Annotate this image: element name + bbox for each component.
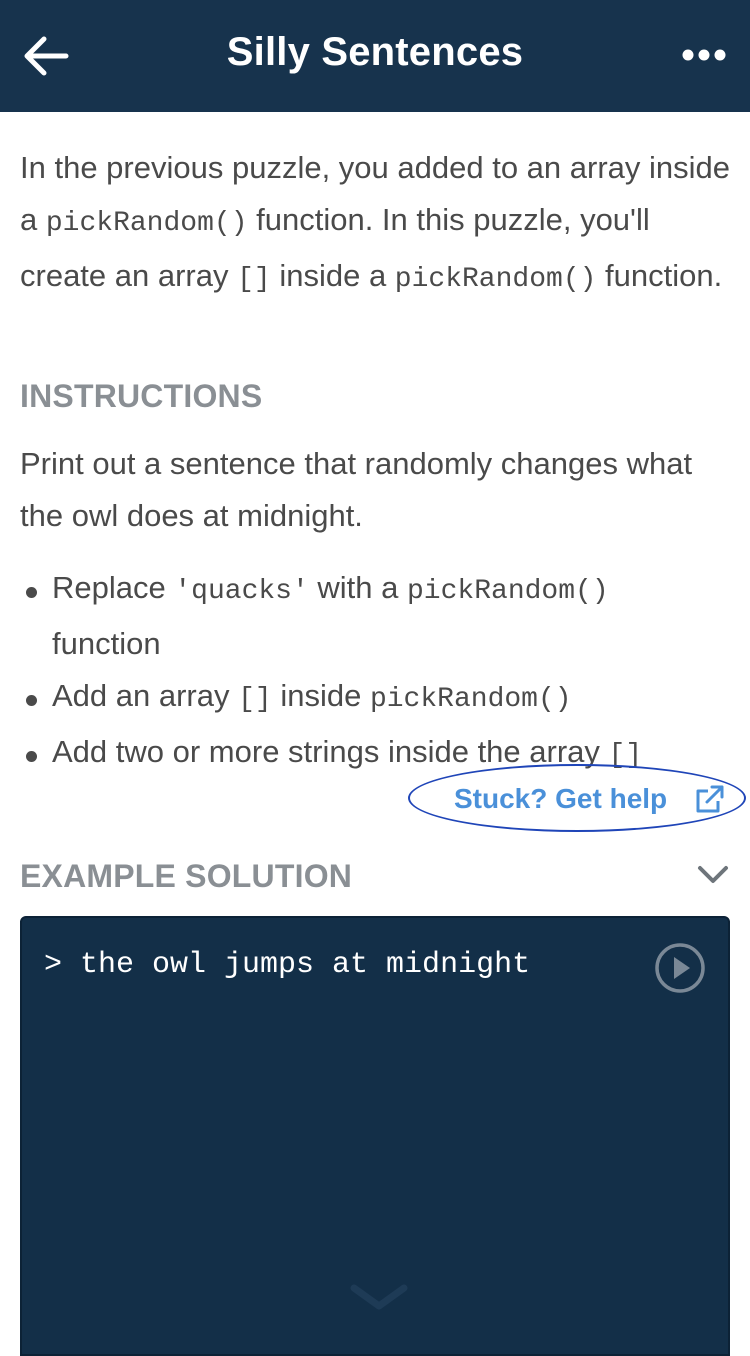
get-help-label: Stuck? Get help <box>454 783 668 814</box>
bullet-text: Replace <box>52 570 175 605</box>
code-pickrandom: pickRandom() <box>45 208 248 239</box>
external-link-icon <box>696 785 724 813</box>
bullet-text: Add two or more strings inside the array <box>52 734 609 769</box>
chevron-down-icon <box>350 1284 408 1310</box>
play-circle-icon <box>655 943 705 993</box>
intro-section: In the previous puzzle, you added to an … <box>20 142 730 306</box>
instructions-text: Print out a sentence that randomly chang… <box>20 446 693 533</box>
bullet-text: with a <box>308 570 407 605</box>
code-pickrandom: pickRandom() <box>369 684 572 715</box>
collapse-toggle[interactable] <box>696 862 730 888</box>
intro-text: inside a <box>270 258 395 293</box>
code-array: [] <box>237 264 271 295</box>
example-solution-heading: EXAMPLE SOLUTION <box>20 858 353 894</box>
instructions-heading: INSTRUCTIONS <box>20 378 263 414</box>
intro-paragraph: In the previous puzzle, you added to an … <box>20 142 730 306</box>
code-pickrandom: pickRandom() <box>407 576 609 607</box>
instructions-list: Replace 'quacks' with a pickRandom() fun… <box>20 562 730 782</box>
example-console: > the owl jumps at midnight <box>20 916 730 1356</box>
bullet-text: Add an array <box>52 678 239 713</box>
ellipsis-icon <box>682 49 726 61</box>
code-quacks: 'quacks' <box>174 576 309 607</box>
console-output: > the owl jumps at midnight <box>44 948 531 982</box>
list-item: Add an array [] inside pickRandom() <box>20 670 730 726</box>
get-help-link[interactable]: Stuck? Get help <box>408 764 746 832</box>
code-pickrandom: pickRandom() <box>394 264 597 295</box>
bullet-text: function <box>52 626 161 661</box>
top-bar: Silly Sentences <box>0 0 750 112</box>
more-options-button[interactable] <box>680 44 730 66</box>
bullet-text: inside <box>271 678 370 713</box>
page-title: Silly Sentences <box>226 30 524 74</box>
list-item: Replace 'quacks' with a pickRandom() fun… <box>20 562 730 670</box>
play-button[interactable] <box>654 942 706 994</box>
code-array: [] <box>238 684 272 715</box>
intro-text: function. <box>596 258 723 293</box>
chevron-down-icon <box>698 866 728 883</box>
